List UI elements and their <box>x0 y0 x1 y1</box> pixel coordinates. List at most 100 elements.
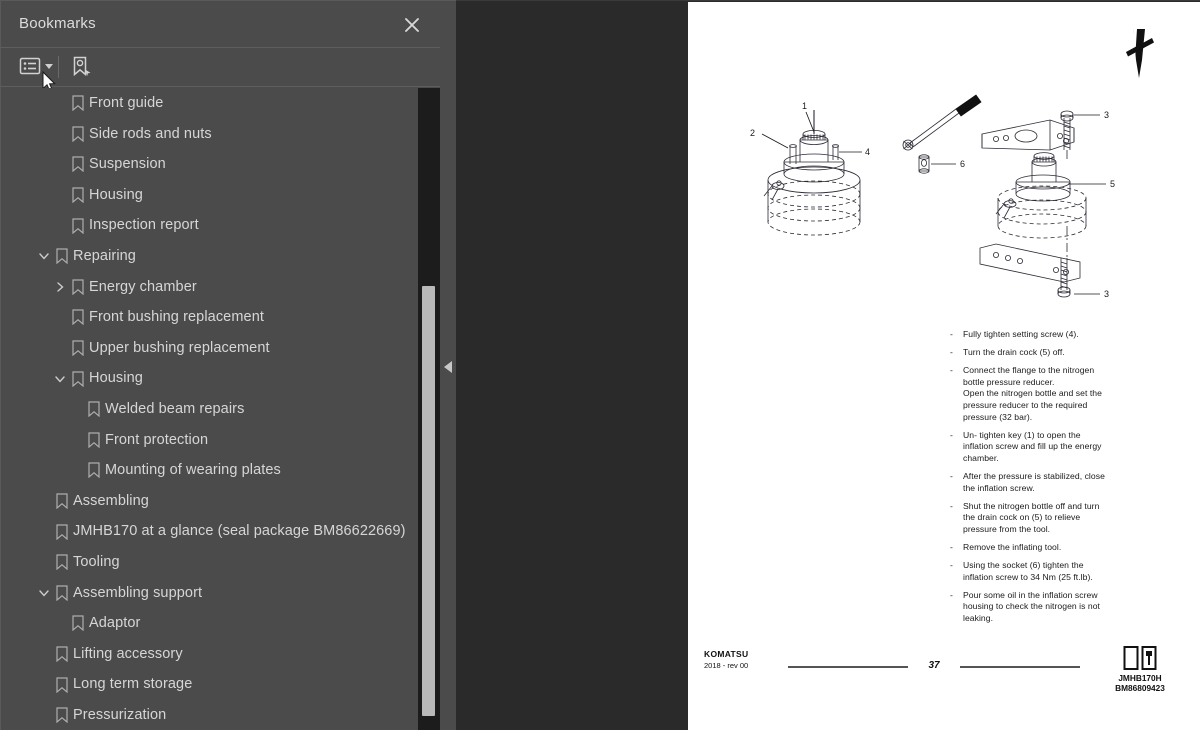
bookmark-label: Upper bushing replacement <box>89 339 270 356</box>
instruction-text: Remove the inflating tool. <box>963 541 1062 552</box>
bookmark-item[interactable]: Housing <box>1 180 419 211</box>
instruction-item: - Fully tighten setting screw (4). <box>950 329 1130 341</box>
bookmarks-panel-header: Bookmarks <box>1 1 440 48</box>
bookmark-item[interactable]: Inspection report <box>1 210 419 241</box>
instruction-bullet: - <box>950 541 953 552</box>
bookmark-label: Welded beam repairs <box>105 400 245 417</box>
callout-3-bottom: 3 <box>1104 289 1109 299</box>
bookmark-icon <box>71 363 85 394</box>
callout-5: 5 <box>1110 179 1115 189</box>
bookmark-icon <box>71 210 85 241</box>
instruction-bullet: - <box>950 329 953 339</box>
bookmark-item[interactable]: Front protection <box>1 425 419 456</box>
instruction-bullet: - <box>950 429 953 440</box>
instruction-bullet: - <box>950 365 953 376</box>
bookmarks-toolbar <box>1 48 440 87</box>
bookmark-label: Housing <box>89 186 143 203</box>
bookmark-item[interactable]: Tooling <box>1 547 419 578</box>
new-bookmark-icon[interactable] <box>69 55 93 84</box>
bookmark-icon <box>71 302 85 333</box>
bookmark-item[interactable]: Front bushing replacement <box>1 302 419 333</box>
bookmark-item[interactable]: Side rods and nuts <box>1 119 419 150</box>
instruction-bullet: - <box>950 589 953 600</box>
bookmark-label: JMHB170 at a glance (seal package BM8662… <box>73 523 406 540</box>
page-number: 37 <box>928 660 940 671</box>
instruction-item: - After the pressure is stabilized, close… <box>950 471 1130 494</box>
bookmark-item[interactable]: JMHB170 at a glance (seal package BM8662… <box>1 516 419 547</box>
bookmark-item[interactable]: Assembling support <box>1 578 419 609</box>
bookmark-item[interactable]: Mounting of wearing plates <box>1 455 419 486</box>
bookmark-icon <box>87 425 101 456</box>
bookmark-icon <box>55 486 69 517</box>
instruction-text: Un- tighten key (1) to open the inflatio… <box>963 429 1102 463</box>
bookmark-item[interactable]: Long term storage <box>1 669 419 700</box>
bookmark-icon <box>55 669 69 700</box>
bookmark-item[interactable]: Welded beam repairs <box>1 394 419 425</box>
chevron-down-icon[interactable] <box>53 363 67 394</box>
bookmark-item[interactable]: Pressurization <box>1 700 419 730</box>
bookmark-icon <box>71 149 85 180</box>
panel-title: Bookmarks <box>19 15 96 32</box>
bookmark-icon <box>71 119 85 150</box>
bookmark-label: Housing <box>89 370 143 387</box>
footer-brand: KOMATSU 2018 - rev 00 <box>704 649 748 670</box>
list-options-icon[interactable] <box>19 55 53 77</box>
bookmark-item[interactable]: Upper bushing replacement <box>1 333 419 364</box>
bookmark-item[interactable]: Housing <box>1 363 419 394</box>
instruction-text: Shut the nitrogen bottle off and turn th… <box>963 500 1100 534</box>
bookmark-label: Mounting of wearing plates <box>105 462 281 479</box>
instruction-text: Using the socket (6) tighten the inflati… <box>963 560 1093 582</box>
bookmark-item[interactable]: Suspension <box>1 149 419 180</box>
instruction-item: - Connect the flange to the nitrogen bott… <box>950 365 1130 423</box>
instruction-text: Fully tighten setting screw (4). <box>963 329 1079 339</box>
brand-name: KOMATSU <box>704 649 749 659</box>
close-icon[interactable] <box>400 13 424 37</box>
instruction-text: After the pressure is stabilized, close … <box>963 470 1105 493</box>
bookmark-label: Lifting accessory <box>73 645 183 662</box>
doc-number: BM86809423 <box>1115 683 1165 693</box>
bookmark-label: Side rods and nuts <box>89 125 212 142</box>
page-footer: KOMATSU 2018 - rev 00 37 JMHB170H BM8680… <box>688 641 1200 697</box>
chevron-down-icon[interactable] <box>37 578 51 609</box>
bookmark-label: Adaptor <box>89 615 141 632</box>
doc-model: JMHB170H <box>1118 673 1162 683</box>
chisel-tool-icon <box>1120 26 1158 87</box>
bookmarks-scrollbar-thumb[interactable] <box>422 286 435 716</box>
bookmark-label: Assembling support <box>73 584 203 601</box>
bookmark-label: Long term storage <box>73 676 193 693</box>
bookmark-icon <box>71 88 85 119</box>
bookmark-icon <box>87 394 101 425</box>
instruction-text: Pour some oil in the inflation screw hou… <box>963 589 1101 623</box>
chevron-down-icon[interactable] <box>45 63 53 69</box>
instruction-list: - Fully tighten setting screw (4). - Turn t… <box>950 329 1130 631</box>
chevron-right-icon[interactable] <box>53 272 67 303</box>
pdf-reader-window: Bookmarks Front guide Side rods and nuts… <box>0 0 1200 730</box>
bookmark-item[interactable]: Energy chamber <box>1 272 419 303</box>
brand-revision: 2018 - rev 00 <box>704 661 749 670</box>
callout-6: 6 <box>960 159 965 169</box>
instruction-bullet: - <box>950 470 953 481</box>
bookmark-label: Energy chamber <box>89 278 197 295</box>
bookmark-icon <box>55 578 69 609</box>
callout-1: 1 <box>802 101 807 111</box>
bookmark-item[interactable]: Repairing <box>1 241 419 272</box>
bookmark-item[interactable]: Lifting accessory <box>1 639 419 670</box>
bookmark-item[interactable]: Adaptor <box>1 608 419 639</box>
instruction-item: - Turn the drain cock (5) off. <box>950 347 1130 359</box>
chevron-down-icon[interactable] <box>37 241 51 272</box>
bookmark-label: Suspension <box>89 156 166 173</box>
bookmark-icon <box>71 180 85 211</box>
bookmark-label: Front bushing replacement <box>89 309 264 326</box>
footer-rule-right <box>960 666 1080 668</box>
instruction-text: Connect the flange to the nitrogen bottl… <box>963 365 1102 422</box>
instruction-bullet: - <box>950 560 953 570</box>
open-book-icon <box>1123 646 1157 670</box>
bookmark-item[interactable]: Front guide <box>1 88 419 119</box>
bookmarks-scrollbar-track[interactable] <box>418 88 440 730</box>
bookmarks-tree[interactable]: Front guide Side rods and nuts Suspension H… <box>1 88 441 730</box>
bookmark-label: Tooling <box>73 553 120 570</box>
chevron-left-icon[interactable] <box>441 357 455 377</box>
diagram-assembling-support: 3 3 5 <box>970 98 1150 313</box>
bookmark-item[interactable]: Assembling <box>1 486 419 517</box>
footer-document-code: JMHB170H BM86809423 <box>1094 645 1186 693</box>
